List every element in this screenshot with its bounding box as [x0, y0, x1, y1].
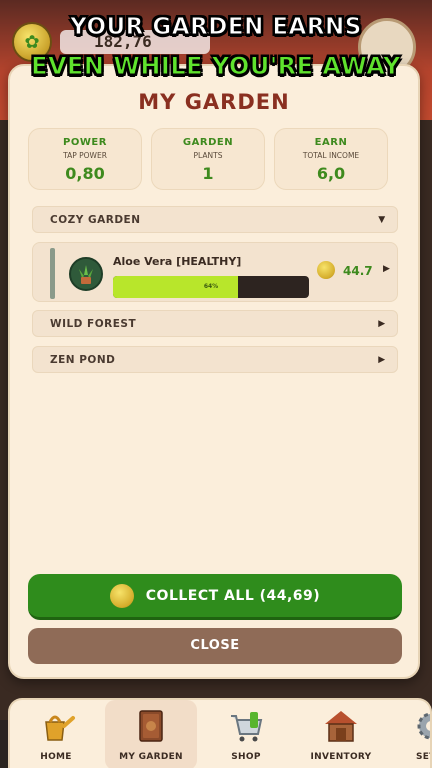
stat-value: 6,0: [316, 164, 346, 183]
close-button[interactable]: CLOSE: [28, 628, 402, 664]
nav-settings[interactable]: SETTI: [385, 700, 430, 768]
book-icon: [131, 706, 171, 746]
nav-shop[interactable]: SHOP: [200, 700, 292, 768]
promo-headline: YOUR GARDEN EARNS: [70, 14, 362, 41]
my-garden-modal: MY GARDEN POWER TAP POWER 0,80 GARDEN PL…: [8, 64, 420, 679]
nav-inventory[interactable]: INVENTORY: [295, 700, 387, 768]
collect-all-label: COLLECT ALL (44,69): [145, 587, 321, 604]
chevron-right-icon: ▶: [383, 264, 390, 274]
plant-name: Aloe Vera [HEALTHY]: [113, 255, 242, 268]
stat-card-power: POWER TAP POWER 0,80: [28, 128, 142, 190]
stat-value: 0,80: [65, 164, 105, 183]
garden-row-cozy[interactable]: COZY GARDEN ▼: [32, 206, 398, 233]
nav-home[interactable]: HOME: [10, 700, 102, 768]
garden-name: ZEN POND: [50, 354, 116, 366]
stat-title: POWER: [63, 137, 107, 148]
watering-can-icon: [36, 706, 76, 746]
coin-icon: [109, 583, 134, 608]
chevron-right-icon: ▶: [378, 319, 386, 329]
chevron-down-icon: ▼: [378, 215, 386, 225]
plant-income-value: 44.7: [343, 264, 373, 278]
collect-all-button[interactable]: COLLECT ALL (44,69): [28, 574, 402, 620]
stat-title: EARN: [314, 137, 348, 148]
stat-value: 1: [202, 164, 214, 183]
nav-label: MY GARDEN: [119, 752, 183, 762]
nav-my-garden[interactable]: MY GARDEN: [105, 700, 197, 768]
bottom-nav: HOME MY GARDEN SHOP INVENTORY SE: [8, 698, 432, 768]
cart-icon: [226, 706, 266, 746]
aloe-vera-icon: [69, 257, 103, 291]
stat-subtitle: TOTAL INCOME: [302, 151, 360, 160]
stat-card-garden: GARDEN PLANTS 1: [151, 128, 265, 190]
garden-row-zen-pond[interactable]: ZEN POND ▶: [32, 346, 398, 373]
shed-icon: [321, 706, 361, 746]
coin-icon: [317, 261, 335, 279]
growth-progress-bar: 64%: [113, 276, 309, 298]
nav-label: SETTI: [416, 752, 430, 762]
nav-label: HOME: [40, 752, 72, 762]
stat-title: GARDEN: [182, 137, 234, 148]
chevron-right-icon: ▶: [378, 355, 386, 365]
garden-name: WILD FOREST: [50, 318, 137, 330]
garden-row-wild-forest[interactable]: WILD FOREST ▶: [32, 310, 398, 337]
nav-label: INVENTORY: [310, 752, 372, 762]
nav-label: SHOP: [231, 752, 261, 762]
stat-card-earn: EARN TOTAL INCOME 6,0: [274, 128, 388, 190]
plant-card[interactable]: Aloe Vera [HEALTHY] 64% 44.7 ▶: [32, 242, 398, 302]
modal-title: MY GARDEN: [138, 90, 290, 114]
stat-subtitle: TAP POWER: [63, 151, 107, 160]
stat-subtitle: PLANTS: [193, 151, 223, 160]
garden-name: COZY GARDEN: [50, 214, 141, 226]
plant-status-indicator: [50, 248, 55, 299]
gear-icon: [411, 706, 430, 746]
progress-label: 64%: [203, 283, 219, 290]
promo-subheadline: EVEN WHILE YOU'RE AWAY: [31, 52, 401, 81]
